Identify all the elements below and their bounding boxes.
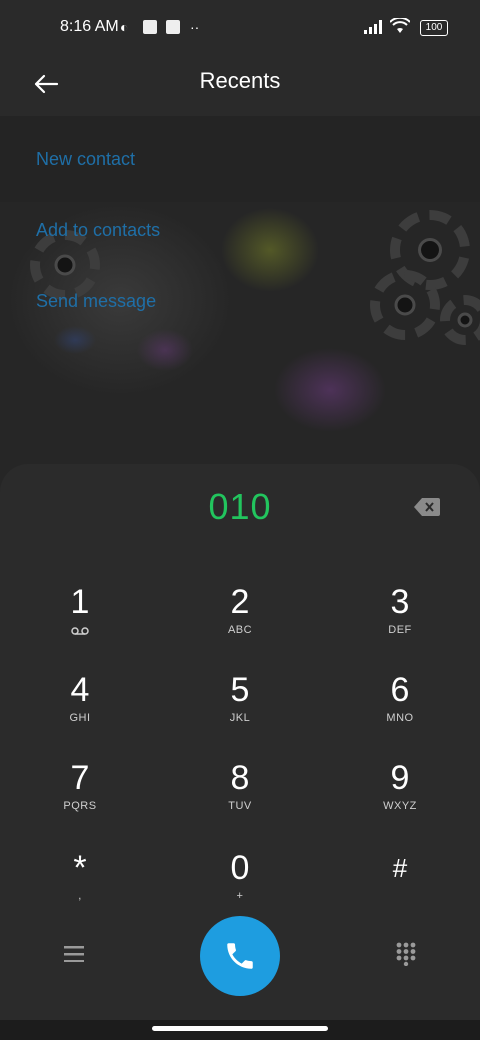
backspace-icon[interactable]: [414, 498, 440, 516]
notification-square-icon: [143, 20, 157, 34]
voicemail-icon: [71, 627, 89, 635]
key-digit: 9: [390, 759, 410, 797]
key-digit: 0: [230, 849, 250, 887]
key-1[interactable]: 1: [20, 582, 140, 662]
key-star[interactable]: * ,: [20, 848, 140, 928]
key-5[interactable]: 5 JKL: [180, 670, 300, 750]
gear-decoration: [440, 295, 480, 345]
dialpad-sheet: 010 1 2 ABC 3 DEF 4 GHI 5 JKL 6 MNO 7 PQ…: [0, 464, 480, 1020]
key-digit: 5: [230, 671, 250, 709]
gear-decoration: [370, 270, 440, 340]
key-3[interactable]: 3 DEF: [340, 582, 460, 662]
key-digit: 3: [390, 583, 410, 621]
key-letters: DEF: [388, 624, 412, 636]
key-letters: GHI: [69, 712, 91, 724]
key-letters: MNO: [386, 712, 414, 724]
key-digit: 1: [70, 583, 90, 621]
key-letters: ABC: [227, 624, 253, 636]
key-7[interactable]: 7 PQRS: [20, 758, 140, 838]
key-letters: PQRS: [63, 800, 97, 812]
key-letters: ,: [78, 890, 82, 902]
dialed-number: 010: [208, 486, 272, 527]
key-digit: *: [73, 849, 87, 887]
key-6[interactable]: 6 MNO: [340, 670, 460, 750]
key-digit: 4: [70, 671, 90, 709]
key-4[interactable]: 4 GHI: [20, 670, 140, 750]
signal-icon: [364, 20, 382, 34]
key-letters: WXYZ: [383, 800, 417, 812]
upload-icon: [166, 20, 180, 34]
call-button[interactable]: [200, 916, 280, 996]
key-digit: 8: [230, 759, 250, 797]
home-gesture-handle[interactable]: [152, 1026, 328, 1031]
key-letters: TUV: [228, 800, 252, 812]
key-digit: 7: [70, 759, 90, 797]
notification-icon: ◐: [120, 19, 129, 35]
key-digit: 6: [390, 671, 410, 709]
status-bar: 8:16 AM ◐ ·· 100: [0, 0, 480, 56]
status-time: 8:16 AM: [60, 18, 119, 35]
hamburger-icon: [64, 946, 84, 962]
key-hash[interactable]: #: [340, 848, 460, 928]
key-9[interactable]: 9 WXYZ: [340, 758, 460, 838]
dialpad-toggle-button[interactable]: [384, 932, 428, 976]
dialpad-icon: [396, 942, 416, 966]
app-bar: Recents: [0, 56, 480, 116]
menu-button[interactable]: [52, 932, 96, 976]
key-8[interactable]: 8 TUV: [180, 758, 300, 838]
key-letters: +: [236, 890, 244, 902]
send-message-link[interactable]: Send message: [36, 291, 156, 312]
new-contact-link[interactable]: New contact: [36, 149, 135, 170]
navigation-bar: [0, 1020, 480, 1040]
add-to-contacts-link[interactable]: Add to contacts: [36, 220, 160, 241]
wifi-icon: [390, 18, 410, 33]
key-2[interactable]: 2 ABC: [180, 582, 300, 662]
key-digit: 2: [230, 583, 250, 621]
battery-indicator: 100: [420, 20, 448, 36]
key-letters: JKL: [229, 712, 251, 724]
page-title: Recents: [199, 68, 281, 93]
phone-icon: [227, 943, 253, 969]
more-dots-icon: ··: [190, 19, 200, 35]
key-digit: #: [392, 853, 408, 883]
